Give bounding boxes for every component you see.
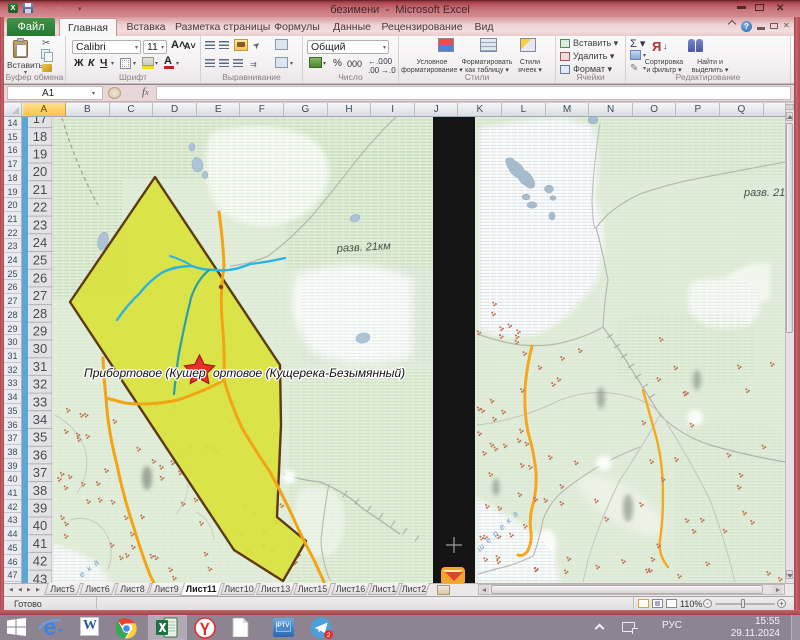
- svg-text:разв. 21км: разв. 21км: [743, 187, 785, 199]
- svg-text:37: 37: [33, 465, 47, 480]
- svg-text:41: 41: [33, 536, 47, 551]
- svg-text:43: 43: [33, 571, 47, 583]
- svg-text:30: 30: [33, 341, 47, 356]
- svg-text:19: 19: [33, 147, 47, 162]
- svg-text:28: 28: [33, 306, 47, 321]
- svg-text:25: 25: [33, 253, 47, 268]
- svg-text:42: 42: [33, 554, 47, 569]
- svg-text:27: 27: [33, 288, 47, 303]
- svg-text:18: 18: [33, 129, 47, 144]
- svg-text:23: 23: [33, 217, 47, 232]
- svg-text:29: 29: [33, 324, 47, 339]
- svg-text:26: 26: [33, 270, 47, 285]
- svg-text:32: 32: [33, 377, 47, 392]
- svg-text:31: 31: [33, 359, 47, 374]
- svg-text:2: 2: [327, 632, 331, 639]
- svg-text:17: 17: [33, 117, 47, 126]
- svg-text:36: 36: [33, 447, 47, 462]
- svg-text:40: 40: [33, 518, 47, 533]
- svg-text:21: 21: [33, 182, 47, 197]
- svg-text:38: 38: [33, 483, 47, 498]
- svg-text:24: 24: [33, 235, 47, 250]
- svg-text:35: 35: [33, 430, 47, 445]
- svg-text:ортовое (Кущерека-Безымянный): ортовое (Кущерека-Безымянный): [213, 366, 405, 380]
- svg-text:Прибортовое (Кушер: Прибортовое (Кушер: [84, 366, 206, 380]
- svg-text:33: 33: [33, 394, 47, 409]
- svg-text:34: 34: [33, 412, 47, 427]
- svg-text:20: 20: [33, 164, 47, 179]
- svg-text:39: 39: [33, 501, 47, 516]
- svg-text:22: 22: [33, 200, 47, 215]
